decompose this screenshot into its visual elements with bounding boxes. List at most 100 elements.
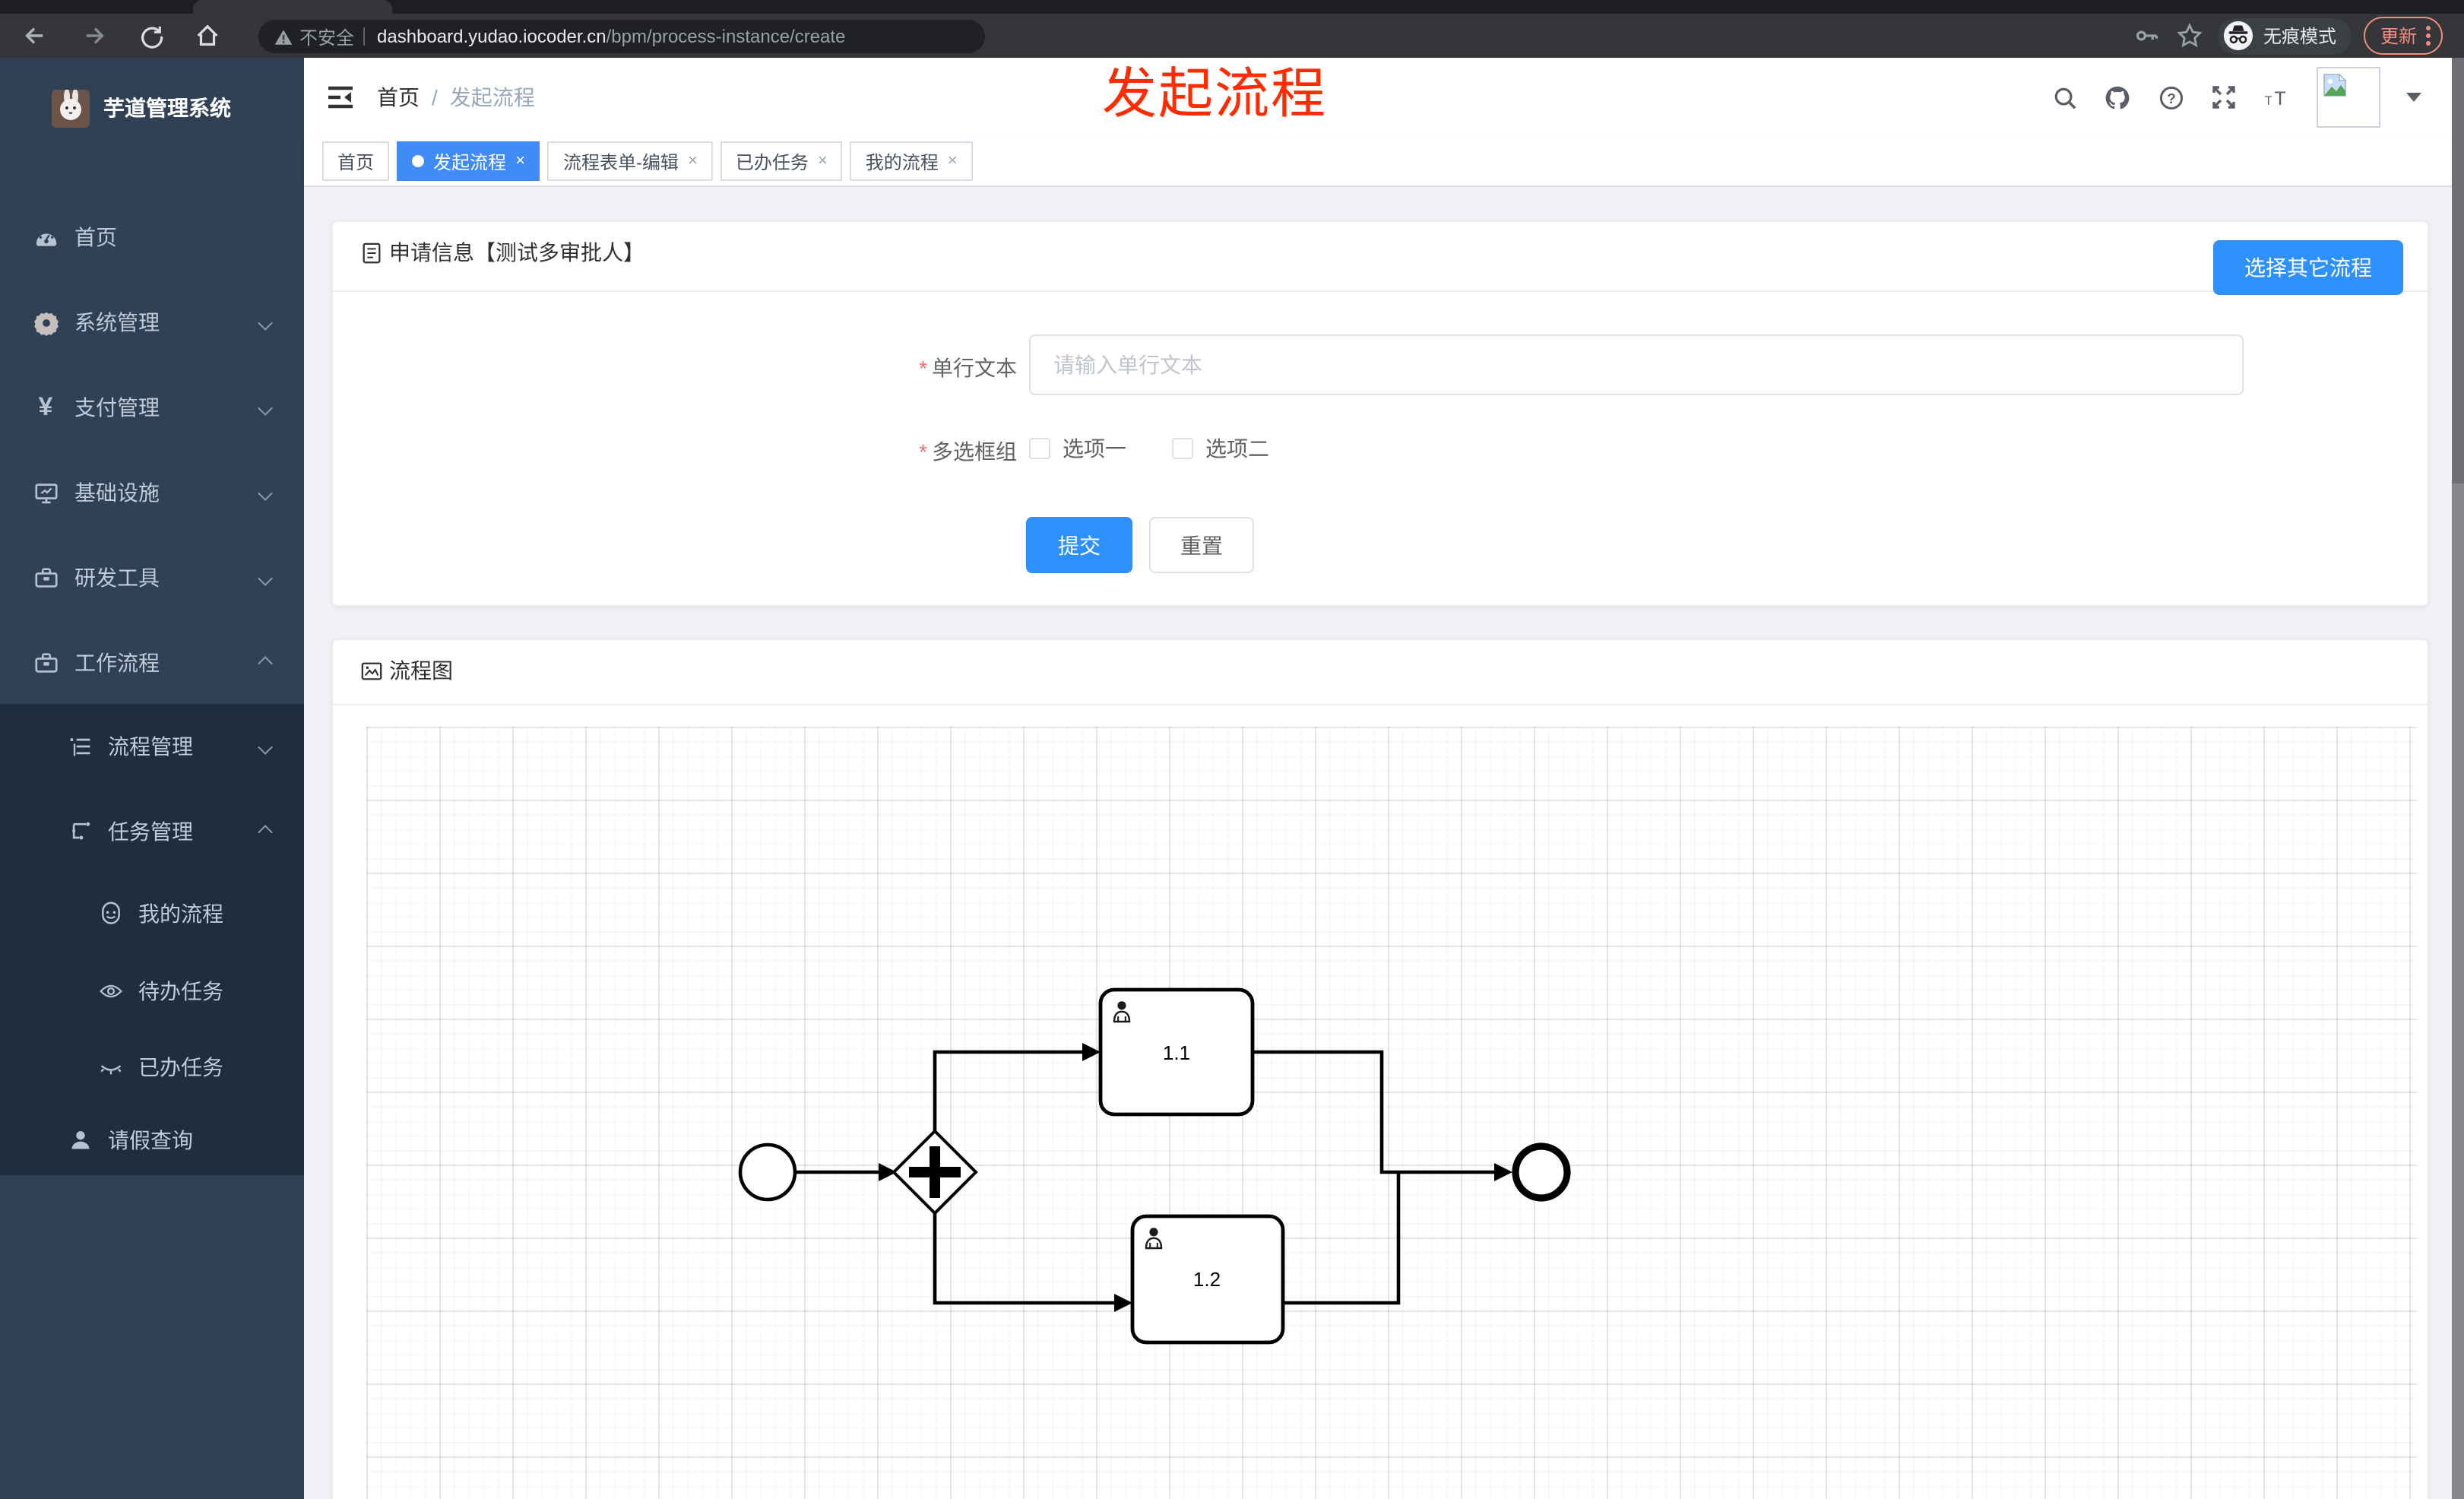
- checkbox-icon[interactable]: [1029, 438, 1050, 459]
- browser-active-tab[interactable]: [193, 0, 392, 14]
- monitor-icon: [32, 480, 59, 505]
- close-icon[interactable]: ×: [818, 152, 828, 170]
- update-button[interactable]: 更新: [2363, 17, 2443, 55]
- url-path: /bpm/process-instance/create: [606, 26, 846, 47]
- forward-icon[interactable]: [79, 21, 109, 51]
- sidebar-item-label: 已办任务: [138, 1055, 223, 1079]
- checkbox-icon[interactable]: [1172, 438, 1193, 459]
- chevron-down-icon: [258, 315, 273, 330]
- task-flow-icon: [68, 819, 93, 844]
- tag-form-edit[interactable]: 流程表单-编辑 ×: [547, 141, 713, 181]
- submit-button[interactable]: 提交: [1026, 517, 1132, 573]
- bpmn-user-task-1-2[interactable]: 1.2: [1130, 1214, 1285, 1345]
- reset-button[interactable]: 重置: [1149, 517, 1254, 573]
- face-icon: [99, 902, 123, 926]
- avatar-caret-icon[interactable]: [2406, 93, 2421, 102]
- yen-icon: ¥: [38, 392, 53, 421]
- sidebar-item-label: 工作流程: [74, 651, 160, 675]
- sidebar-item-devtools[interactable]: 研发工具: [0, 535, 304, 620]
- sidebar-item-label: 首页: [74, 225, 117, 249]
- sidebar-item-label: 请假查询: [108, 1128, 193, 1152]
- scrollbar[interactable]: [2452, 58, 2464, 1499]
- workflow-submenu: 流程管理 任务管理 我的流程 待办任务 已办任务 请假查询: [0, 704, 304, 1175]
- font-size-icon[interactable]: TT: [2263, 84, 2291, 111]
- sidebar-item-home[interactable]: 首页: [0, 195, 304, 280]
- browser-menu-icon[interactable]: [2426, 26, 2431, 46]
- switch-process-button[interactable]: 选择其它流程: [2213, 240, 2403, 295]
- sidebar-item-label: 待办任务: [138, 979, 223, 1003]
- svg-text:?: ?: [2166, 90, 2175, 106]
- card-title: 申请信息【测试多审批人】: [389, 240, 645, 265]
- home-icon[interactable]: [192, 21, 222, 51]
- sidebar-item-label: 支付管理: [74, 395, 160, 420]
- scrollbar-thumb[interactable]: [2452, 58, 2464, 483]
- eye-closed-icon: [99, 1055, 123, 1079]
- close-icon[interactable]: ×: [515, 152, 525, 170]
- tag-done-tasks[interactable]: 已办任务 ×: [720, 141, 843, 181]
- bpmn-start-event[interactable]: [738, 1142, 797, 1202]
- sidebar-item-process-mgmt[interactable]: 流程管理: [0, 704, 304, 789]
- tag-start-process[interactable]: 发起流程 ×: [397, 141, 540, 181]
- single-line-text-input[interactable]: [1029, 334, 2244, 395]
- tag-home[interactable]: 首页: [322, 141, 390, 181]
- close-icon[interactable]: ×: [688, 152, 698, 170]
- user-icon: [68, 1128, 93, 1152]
- sidebar-collapse-icon[interactable]: [325, 82, 356, 113]
- toolbox-icon: [32, 650, 59, 676]
- chevron-down-icon: [258, 400, 273, 415]
- svg-text:T: T: [2265, 93, 2272, 107]
- sidebar-item-system[interactable]: 系统管理: [0, 280, 304, 365]
- sidebar-item-workflow[interactable]: 工作流程: [0, 620, 304, 705]
- search-icon[interactable]: [2051, 84, 2078, 111]
- apply-info-card: 申请信息【测试多审批人】 选择其它流程 *单行文本 *多选框组 选项一 选项二 …: [331, 220, 2429, 607]
- page-content: 申请信息【测试多审批人】 选择其它流程 *单行文本 *多选框组 选项一 选项二 …: [304, 187, 2452, 1499]
- sidebar-item-todo-tasks[interactable]: 待办任务: [0, 953, 304, 1029]
- gear-icon: [32, 309, 59, 335]
- field-label-text: * 单行文本: [919, 356, 1017, 380]
- gauge-icon: [32, 224, 59, 250]
- svg-text:1.2: 1.2: [1193, 1268, 1221, 1291]
- sidebar-item-done-tasks[interactable]: 已办任务: [0, 1029, 304, 1105]
- checkbox-option-2[interactable]: 选项二: [1172, 433, 1269, 464]
- sidebar-item-infra[interactable]: 基础设施: [0, 450, 304, 535]
- reload-icon[interactable]: [137, 21, 167, 51]
- checkbox-option-1[interactable]: 选项一: [1029, 433, 1126, 464]
- url-host: dashboard.yudao.iocoder.cn: [377, 26, 606, 47]
- breadcrumb-home[interactable]: 首页: [377, 82, 420, 113]
- help-icon[interactable]: ?: [2157, 84, 2184, 111]
- svg-text:T: T: [2274, 87, 2285, 109]
- bpmn-diagram: 1.1 1.2: [738, 987, 1571, 1345]
- close-icon[interactable]: ×: [948, 152, 958, 170]
- bpmn-parallel-gateway[interactable]: [892, 1129, 978, 1215]
- avatar[interactable]: [2317, 67, 2380, 128]
- password-key-icon[interactable]: [2133, 21, 2163, 51]
- arrow-icon: [1114, 1294, 1132, 1312]
- sidebar-item-label: 我的流程: [138, 902, 223, 926]
- incognito-label: 无痕模式: [2263, 26, 2336, 47]
- process-diagram-card: 流程图 1.1 1.2: [331, 639, 2429, 1499]
- svg-text:1.1: 1.1: [1163, 1041, 1190, 1064]
- process-list-icon: [68, 734, 93, 759]
- sidebar-item-label: 系统管理: [74, 310, 160, 334]
- tag-my-process[interactable]: 我的流程 ×: [850, 141, 973, 181]
- github-icon[interactable]: [2104, 84, 2131, 111]
- sidebar-item-label: 研发工具: [74, 566, 160, 590]
- back-icon[interactable]: [18, 21, 49, 51]
- bpmn-user-task-1-1[interactable]: 1.1: [1098, 987, 1255, 1117]
- chevron-down-icon: [258, 739, 273, 754]
- bpmn-end-event[interactable]: [1512, 1142, 1571, 1202]
- active-dot-icon: [412, 155, 425, 167]
- arrow-icon: [1082, 1043, 1101, 1061]
- sidebar-item-payment[interactable]: ¥ 支付管理: [0, 365, 304, 450]
- fullscreen-icon[interactable]: [2210, 84, 2238, 111]
- sidebar-item-my-process[interactable]: 我的流程: [0, 874, 304, 953]
- app-logo-row[interactable]: 芋道管理系统: [0, 73, 304, 143]
- sidebar-item-label: 基础设施: [74, 480, 160, 505]
- bookmark-star-icon[interactable]: [2175, 21, 2206, 51]
- sidebar-item-leave-query[interactable]: 请假查询: [0, 1105, 304, 1175]
- incognito-icon: [2223, 21, 2253, 51]
- bpmn-canvas[interactable]: 1.1 1.2: [366, 727, 2417, 1499]
- sidebar-item-task-mgmt[interactable]: 任务管理: [0, 789, 304, 874]
- app-logo: [52, 89, 90, 127]
- url-bar[interactable]: 不安全 dashboard.yudao.iocoder.cn/bpm/proce…: [258, 20, 985, 53]
